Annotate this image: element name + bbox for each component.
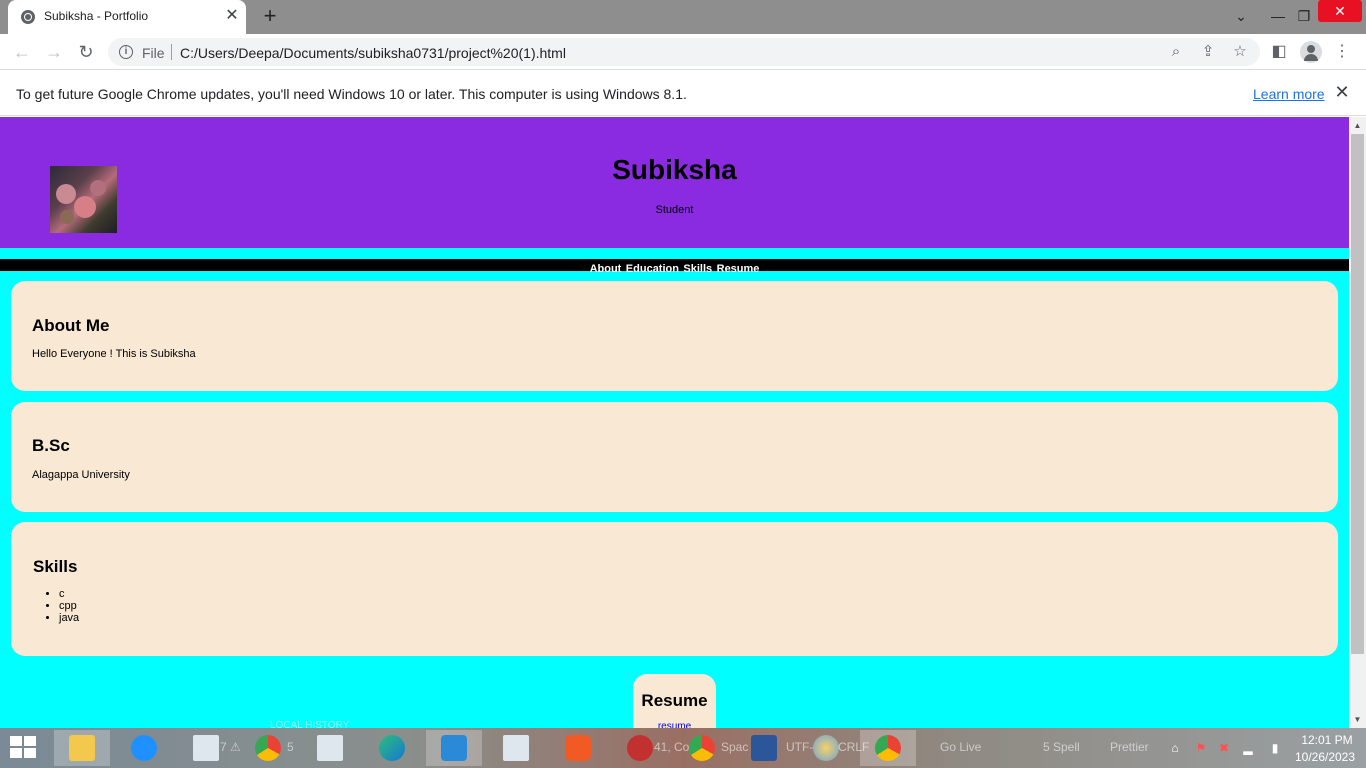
- menu-kebab-icon[interactable]: ⋮: [1331, 41, 1353, 63]
- infobar-message: To get future Google Chrome updates, you…: [16, 86, 687, 102]
- internet-explorer-icon[interactable]: [116, 730, 172, 766]
- security-flag-icon[interactable]: ⚑: [1193, 740, 1209, 756]
- bookmark-star-icon[interactable]: ☆: [1230, 42, 1250, 62]
- back-arrow-icon[interactable]: ←: [11, 41, 33, 63]
- close-window-button[interactable]: ✕: [1318, 0, 1362, 22]
- site-subtitle: Student: [655, 204, 694, 216]
- list-item: cpp: [59, 600, 79, 612]
- ghost-label: Go Live: [940, 740, 982, 754]
- ghost-label: 41, Co: [654, 740, 690, 754]
- education-card: B.Sc Alagappa University: [11, 402, 1338, 512]
- divider: [171, 44, 172, 60]
- address-bar[interactable]: i File C:/Users/Deepa/Documents/subiksha…: [108, 38, 1260, 66]
- nav-link-skills[interactable]: Skills: [683, 263, 712, 275]
- share-icon[interactable]: ⇪: [1198, 42, 1218, 62]
- ghost-label: LOCAL HISTORY: [270, 720, 350, 731]
- ghost-label: Prettier: [1110, 740, 1149, 754]
- network-folder-icon[interactable]: ⌂: [1167, 740, 1183, 756]
- tab-close-icon[interactable]: ✕: [224, 8, 240, 24]
- zoom-icon[interactable]: ⌕: [1166, 42, 1186, 62]
- vscode-icon[interactable]: [426, 730, 482, 766]
- windows-start-icon[interactable]: [10, 736, 38, 760]
- ghost-label: 7 ⚠: [220, 740, 241, 754]
- notes-app-icon[interactable]: [302, 730, 358, 766]
- about-heading: About Me: [32, 316, 110, 335]
- education-text: Alagappa University: [32, 469, 130, 481]
- nav-link-about[interactable]: About: [590, 263, 622, 275]
- file-explorer-icon[interactable]: [54, 730, 110, 766]
- browser-tab[interactable]: Subiksha - Portfolio ✕: [8, 0, 246, 34]
- battery-icon[interactable]: ▮: [1267, 740, 1283, 756]
- new-tab-button[interactable]: +: [258, 5, 282, 29]
- infobar-close-icon[interactable]: ✕: [1333, 83, 1351, 101]
- skills-list: c cpp java: [59, 588, 79, 624]
- list-item: c: [59, 588, 79, 600]
- resume-card: Resume resume: [633, 674, 716, 728]
- info-icon[interactable]: i: [119, 45, 133, 59]
- education-heading: B.Sc: [32, 436, 70, 455]
- nav-link-resume[interactable]: Resume: [717, 263, 760, 275]
- forward-arrow-icon[interactable]: →: [43, 41, 65, 63]
- resume-heading: Resume: [641, 691, 708, 710]
- nav-bar: About Education Skills Resume: [0, 259, 1349, 275]
- update-infobar: To get future Google Chrome updates, you…: [0, 71, 1366, 116]
- side-panel-icon[interactable]: ◧: [1268, 41, 1290, 63]
- resume-link[interactable]: resume: [633, 721, 716, 728]
- brave-icon[interactable]: [550, 730, 606, 766]
- site-header: Subiksha Student: [0, 117, 1349, 248]
- profile-avatar-icon[interactable]: [1300, 41, 1322, 63]
- page-viewport: Subiksha Student About Education Skills …: [0, 117, 1349, 728]
- reload-icon[interactable]: ↻: [75, 41, 97, 63]
- scroll-up-icon[interactable]: ▲: [1349, 117, 1366, 134]
- tab-title: Subiksha - Portfolio: [44, 9, 149, 23]
- scroll-down-icon[interactable]: ▼: [1349, 711, 1366, 728]
- skills-card: Skills c cpp java: [11, 522, 1338, 656]
- list-item: java: [59, 612, 79, 624]
- clock-date[interactable]: 10/26/2023: [1292, 750, 1358, 764]
- ghost-label: Spac: [721, 740, 749, 754]
- site-title: Subiksha: [612, 154, 737, 185]
- about-text: Hello Everyone ! This is Subiksha: [32, 348, 196, 360]
- about-card: About Me Hello Everyone ! This is Subiks…: [11, 281, 1338, 391]
- ghost-label: UTF-: [786, 740, 814, 754]
- ghost-label: 5 Spell: [1043, 740, 1080, 754]
- scroll-thumb[interactable]: [1351, 134, 1364, 654]
- nav-link-education[interactable]: Education: [626, 263, 679, 275]
- vertical-scrollbar[interactable]: ▲ ▼: [1349, 117, 1366, 728]
- globe-icon: [21, 10, 35, 24]
- edge-icon[interactable]: [364, 730, 420, 766]
- skills-heading: Skills: [33, 557, 78, 576]
- browser-toolbar: ← → ↻ i File C:/Users/Deepa/Documents/su…: [0, 34, 1366, 70]
- clock-time[interactable]: 12:01 PM: [1296, 733, 1358, 747]
- signal-icon[interactable]: ▂: [1240, 740, 1256, 756]
- windows-taskbar: LOCAL HISTORY 7 ⚠ 5 41, Co Spac UTF- CRL…: [0, 720, 1366, 768]
- notes-app-icon[interactable]: [488, 730, 544, 766]
- ghost-label: 5: [287, 740, 294, 754]
- tab-strip: Subiksha - Portfolio ✕ + ⌄ — ❐ ✕: [0, 0, 1366, 34]
- ghost-label: CRLF: [838, 740, 870, 754]
- scheme-label: File: [142, 45, 165, 61]
- speaker-muted-icon[interactable]: ✖: [1216, 740, 1232, 756]
- url-text[interactable]: C:/Users/Deepa/Documents/subiksha0731/pr…: [180, 45, 566, 61]
- learn-more-link[interactable]: Learn more: [1253, 86, 1325, 102]
